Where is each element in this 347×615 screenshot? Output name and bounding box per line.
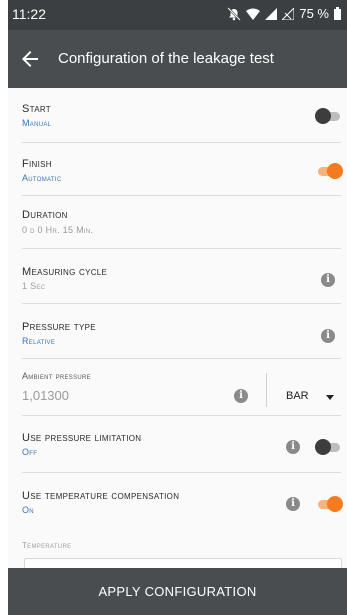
app-screen: 11:22 75 % Configuration of the leakage … (0, 0, 347, 615)
info-icon[interactable]: i (286, 497, 300, 511)
battery-icon (334, 7, 341, 20)
temperature-compensation-toggle[interactable] (318, 496, 343, 512)
app-bar: Configuration of the leakage test (8, 30, 347, 88)
setting-pressure-limitation-value: Off (22, 447, 38, 457)
bell-off-icon (227, 6, 242, 21)
setting-pressure-type-value: Relative (22, 336, 56, 346)
setting-pressure-type[interactable]: Pressure type Relative i (8, 304, 347, 358)
setting-ambient-pressure-label: Ambient pressure (22, 371, 91, 381)
setting-measuring-cycle-value: 1 Sec (22, 281, 46, 291)
setting-pressure-limitation-label: Use pressure limitation (22, 432, 142, 444)
caret-down-icon[interactable] (326, 395, 334, 400)
info-icon[interactable]: i (321, 273, 335, 287)
vertical-separator (266, 373, 267, 407)
setting-duration-value: 0 d 0 Hr. 15 Min. (22, 225, 94, 235)
no-signal-icon (282, 7, 295, 20)
setting-temperature-compensation[interactable]: Use temperature compensation On i (8, 473, 347, 525)
start-toggle[interactable] (315, 108, 340, 124)
info-icon[interactable]: i (286, 440, 300, 454)
info-icon[interactable]: i (321, 329, 335, 343)
pressure-unit-select[interactable]: BAR (286, 390, 309, 402)
setting-temperature-compensation-value: On (22, 505, 34, 515)
left-edge (0, 0, 8, 615)
settings-list: Start Manual Finish Automatic Duration 0… (8, 88, 347, 568)
setting-temperature-compensation-label: Use temperature compensation (22, 490, 180, 502)
toggle-knob (327, 163, 343, 179)
signal-icon (265, 7, 278, 20)
toggle-knob (315, 439, 331, 455)
setting-duration-label: Duration (22, 209, 68, 221)
status-icons: 75 % (227, 6, 341, 21)
ambient-pressure-input[interactable]: 1,01300 (22, 388, 69, 403)
wifi-icon (246, 8, 261, 20)
setting-measuring-cycle-label: Measuring cycle (22, 266, 108, 278)
page-title: Configuration of the leakage test (58, 50, 274, 67)
setting-temperature-label: Temperature (22, 541, 72, 550)
setting-start[interactable]: Start Manual (8, 88, 347, 142)
setting-duration[interactable]: Duration 0 d 0 Hr. 15 Min. (8, 196, 347, 248)
toggle-knob (315, 108, 331, 124)
info-icon[interactable]: i (234, 389, 248, 403)
battery-text: 75 % (299, 6, 329, 21)
apply-configuration-button[interactable]: APPLY CONFIGURATION (8, 568, 347, 615)
arrow-left-icon[interactable] (18, 47, 42, 71)
setting-pressure-limitation[interactable]: Use pressure limitation Off i (8, 416, 347, 472)
pressure-limitation-toggle[interactable] (315, 439, 340, 455)
finish-toggle[interactable] (318, 163, 343, 179)
setting-finish[interactable]: Finish Automatic (8, 143, 347, 195)
setting-ambient-pressure: Ambient pressure 1,01300 i BAR (8, 359, 347, 415)
setting-measuring-cycle[interactable]: Measuring cycle 1 Sec i (8, 249, 347, 303)
setting-start-label: Start (22, 103, 51, 115)
status-time: 11:22 (12, 6, 46, 22)
status-bar: 11:22 75 % (8, 0, 347, 30)
setting-finish-label: Finish (22, 158, 52, 170)
toggle-knob (327, 496, 343, 512)
setting-pressure-type-label: Pressure type (22, 321, 96, 333)
setting-start-value: Manual (22, 118, 52, 128)
setting-finish-value: Automatic (22, 173, 62, 183)
